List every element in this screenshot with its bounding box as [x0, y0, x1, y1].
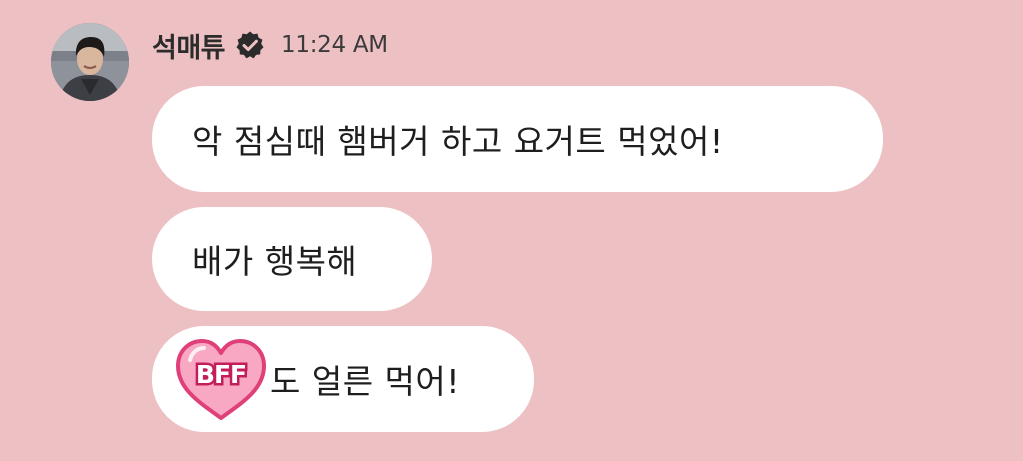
bff-heart-emoji-icon: BFF	[172, 334, 270, 424]
profile-photo	[51, 23, 129, 101]
message-text: 배가 행복해	[192, 242, 358, 281]
avatar[interactable]	[51, 23, 129, 101]
sender-name[interactable]: 석매튜	[152, 26, 226, 65]
bff-emoji-label: BFF	[196, 360, 246, 389]
message-bubble[interactable]: BFF 도 얼른 먹어!	[152, 326, 534, 432]
message-bubble[interactable]: 악 점심때 햄버거 하고 요거트 먹었어!	[152, 86, 883, 192]
verified-badge-icon	[235, 30, 265, 60]
message-text: 도 얼른 먹어!	[270, 362, 461, 401]
message-header: 석매튜 11:24 AM	[152, 26, 388, 64]
message-text: 악 점심때 햄버거 하고 요거트 먹었어!	[192, 122, 724, 161]
message-timestamp: 11:24 AM	[281, 32, 388, 58]
message-bubble[interactable]: 배가 행복해	[152, 207, 432, 311]
chat-thread: 석매튜 11:24 AM 악 점심때 햄버거 하고 요거트 먹었어! 배가 행복…	[0, 0, 1023, 461]
